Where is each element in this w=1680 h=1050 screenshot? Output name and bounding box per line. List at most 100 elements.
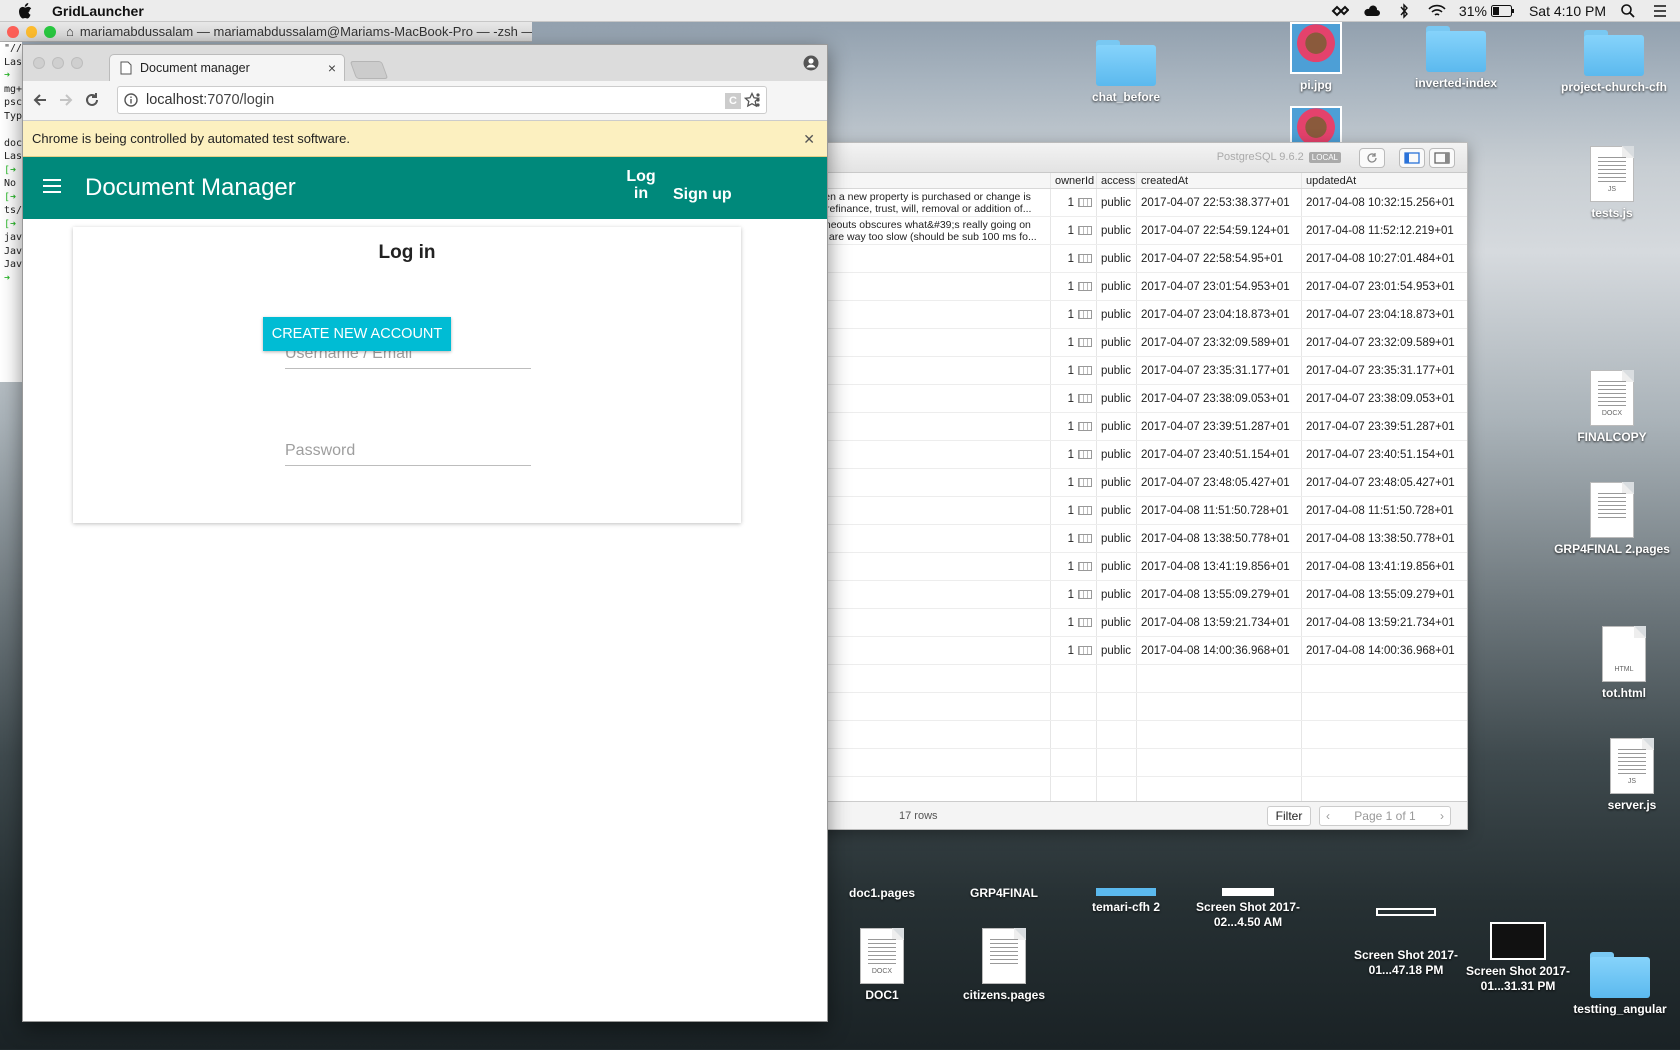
createdat-cell[interactable]: 2017-04-08 14:00:36.968+01 xyxy=(1137,637,1302,664)
access-cell[interactable]: public xyxy=(1097,385,1137,412)
access-cell[interactable]: public xyxy=(1097,329,1137,356)
updatedat-cell[interactable]: 2017-04-07 23:04:18.873+01 xyxy=(1302,301,1467,328)
nav-signup-link[interactable]: Sign up xyxy=(673,186,732,204)
extension-icon[interactable]: C xyxy=(725,93,741,109)
access-cell[interactable]: public xyxy=(1097,525,1137,552)
table-row[interactable]: 1 public 2017-04-07 23:32:09.589+01 2017-04… xyxy=(775,329,1467,357)
updatedat-cell[interactable]: 2017-04-08 10:32:15.256+01 xyxy=(1302,189,1467,216)
createdat-cell[interactable]: 2017-04-07 23:39:51.287+01 xyxy=(1137,413,1302,440)
access-cell[interactable]: public xyxy=(1097,245,1137,272)
column-header-ownerid[interactable]: ownerId xyxy=(1051,173,1097,188)
menu-kebab-icon[interactable] xyxy=(753,91,763,109)
foreign-key-table-icon[interactable] xyxy=(1078,562,1092,571)
access-cell[interactable]: public xyxy=(1097,273,1137,300)
tab-document-manager[interactable]: Document manager × xyxy=(109,54,345,81)
access-cell[interactable]: public xyxy=(1097,581,1137,608)
cloud-icon[interactable] xyxy=(1363,3,1381,19)
foreign-key-table-icon[interactable] xyxy=(1078,646,1092,655)
zoom-window-button[interactable] xyxy=(71,57,83,69)
desktop-file-grp4final-2-pages[interactable]: GRP4FINAL 2.pages xyxy=(1552,482,1672,557)
account-icon[interactable] xyxy=(803,55,819,71)
desktop-folder-temari-cfh-2[interactable]: temari-cfh 2 xyxy=(1066,888,1186,915)
minimize-window-button[interactable] xyxy=(25,25,38,38)
link-icon[interactable] xyxy=(1331,3,1349,19)
desktop-folder-inverted-index[interactable]: inverted-index xyxy=(1396,26,1516,91)
table-row[interactable]: sing the timeouts obscures what&#39;s re… xyxy=(775,217,1467,245)
desktop-file-tests-js[interactable]: JS tests.js xyxy=(1552,146,1672,221)
table-row[interactable]: 1 public 2017-04-07 23:39:51.287+01 2017-04… xyxy=(775,413,1467,441)
create-new-account-button[interactable]: CREATE NEW ACCOUNT xyxy=(263,317,451,351)
foreign-key-table-icon[interactable] xyxy=(1078,282,1092,291)
createdat-cell[interactable]: 2017-04-07 23:40:51.154+01 xyxy=(1137,441,1302,468)
table-row[interactable]: 1 public 2017-04-08 11:51:50.728+01 2017-04… xyxy=(775,497,1467,525)
updatedat-cell[interactable]: 2017-04-08 10:27:01.484+01 xyxy=(1302,245,1467,272)
minimize-window-button[interactable] xyxy=(52,57,64,69)
desktop-file-tot-html[interactable]: HTML tot.html xyxy=(1564,626,1680,701)
ownerid-cell[interactable]: 1 xyxy=(1051,581,1097,608)
terminal-output[interactable]: "// Las ➜ mg+ psc Typ doc Las [➜ No [➜ ts/ [➜ jav Jav J… xyxy=(0,42,22,382)
createdat-cell[interactable]: 2017-04-07 22:54:59.124+01 xyxy=(1137,217,1302,244)
updatedat-cell[interactable]: 2017-04-07 23:01:54.953+01 xyxy=(1302,273,1467,300)
toggle-sidebar-button[interactable] xyxy=(1399,148,1425,168)
forward-arrow-icon[interactable] xyxy=(57,91,75,109)
desktop-file-finalcopy[interactable]: DOCX FINALCOPY xyxy=(1552,370,1672,445)
hamburger-menu-icon[interactable] xyxy=(43,179,61,193)
createdat-cell[interactable]: 2017-04-07 22:58:54.95+01 xyxy=(1137,245,1302,272)
desktop-file-server-js[interactable]: JS server.js xyxy=(1572,738,1680,813)
foreign-key-table-icon[interactable] xyxy=(1078,198,1092,207)
access-cell[interactable]: public xyxy=(1097,469,1137,496)
updatedat-cell[interactable]: 2017-04-08 13:55:09.279+01 xyxy=(1302,581,1467,608)
foreign-key-table-icon[interactable] xyxy=(1078,310,1092,319)
back-arrow-icon[interactable] xyxy=(31,91,49,109)
table-row[interactable]: 1 public 2017-04-07 23:35:31.177+01 2017-04… xyxy=(775,357,1467,385)
access-cell[interactable]: public xyxy=(1097,357,1137,384)
wifi-icon[interactable] xyxy=(1427,3,1446,19)
desktop-file-screenshot-1[interactable]: Screen Shot 2017-02...4.50 AM xyxy=(1188,888,1308,930)
desktop-file-doc1-pages[interactable]: doc1.pages xyxy=(822,886,942,901)
column-header-updatedat[interactable]: updatedAt xyxy=(1302,173,1467,188)
access-cell[interactable]: public xyxy=(1097,413,1137,440)
close-infobar-icon[interactable]: ✕ xyxy=(803,131,815,148)
zoom-window-button[interactable] xyxy=(44,25,56,38)
column-header-createdat[interactable]: createdAt xyxy=(1137,173,1302,188)
toggle-inspector-button[interactable] xyxy=(1429,148,1455,168)
foreign-key-table-icon[interactable] xyxy=(1078,618,1092,627)
ownerid-cell[interactable]: 1 xyxy=(1051,497,1097,524)
foreign-key-table-icon[interactable] xyxy=(1078,366,1092,375)
updatedat-cell[interactable]: 2017-04-08 11:52:12.219+01 xyxy=(1302,217,1467,244)
updatedat-cell[interactable]: 2017-04-07 23:39:51.287+01 xyxy=(1302,413,1467,440)
createdat-cell[interactable]: 2017-04-08 13:41:19.856+01 xyxy=(1137,553,1302,580)
ownerid-cell[interactable]: 1 xyxy=(1051,245,1097,272)
ownerid-cell[interactable]: 1 xyxy=(1051,441,1097,468)
desktop-file-doc1[interactable]: DOCX DOC1 xyxy=(822,928,942,1003)
table-row[interactable]: 1 public 2017-04-08 14:00:36.968+01 2017-04… xyxy=(775,637,1467,665)
next-page-icon[interactable]: › xyxy=(1440,809,1444,823)
ownerid-cell[interactable]: 1 xyxy=(1051,637,1097,664)
foreign-key-table-icon[interactable] xyxy=(1078,590,1092,599)
createdat-cell[interactable]: 2017-04-07 23:01:54.953+01 xyxy=(1137,273,1302,300)
new-tab-button[interactable] xyxy=(349,61,389,79)
foreign-key-table-icon[interactable] xyxy=(1078,254,1092,263)
battery-status[interactable]: 31% xyxy=(1459,3,1515,19)
address-bar[interactable]: localhost:7070/login xyxy=(117,86,767,114)
column-header-access[interactable]: access xyxy=(1097,173,1137,188)
table-row[interactable]: 1 public 2017-04-08 13:41:19.856+01 2017-04… xyxy=(775,553,1467,581)
updatedat-cell[interactable]: 2017-04-08 14:00:36.968+01 xyxy=(1302,637,1467,664)
spotlight-search-icon[interactable] xyxy=(1620,3,1638,19)
foreign-key-table-icon[interactable] xyxy=(1078,422,1092,431)
nav-login-link[interactable]: Log in xyxy=(623,168,659,202)
ownerid-cell[interactable]: 1 xyxy=(1051,357,1097,384)
foreign-key-table-icon[interactable] xyxy=(1078,478,1092,487)
ownerid-cell[interactable]: 1 xyxy=(1051,385,1097,412)
createdat-cell[interactable]: 2017-04-07 23:35:31.177+01 xyxy=(1137,357,1302,384)
createdat-cell[interactable]: 2017-04-08 13:55:09.279+01 xyxy=(1137,581,1302,608)
updatedat-cell[interactable]: 2017-04-08 11:51:50.728+01 xyxy=(1302,497,1467,524)
createdat-cell[interactable]: 2017-04-08 11:51:50.728+01 xyxy=(1137,497,1302,524)
ownerid-cell[interactable]: 1 xyxy=(1051,609,1097,636)
createdat-cell[interactable]: 2017-04-08 13:38:50.778+01 xyxy=(1137,525,1302,552)
terminal-title-bar[interactable]: ⌂ mariamabdussalam — mariamabdussalam@Ma… xyxy=(0,22,532,42)
close-window-button[interactable] xyxy=(33,57,45,69)
foreign-key-table-icon[interactable] xyxy=(1078,338,1092,347)
foreign-key-table-icon[interactable] xyxy=(1078,506,1092,515)
foreign-key-table-icon[interactable] xyxy=(1078,226,1092,235)
